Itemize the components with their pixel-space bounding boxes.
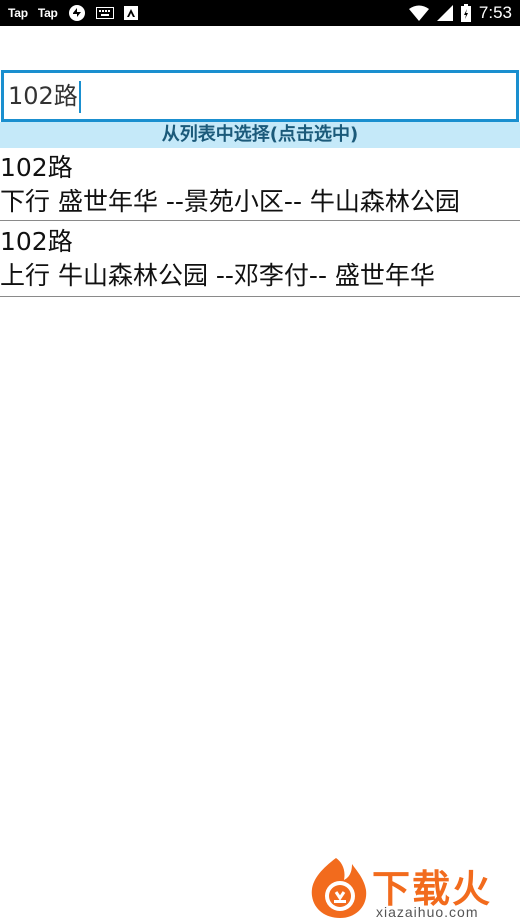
search-input-value[interactable]: 102路 (8, 73, 81, 119)
sync-icon (68, 4, 86, 22)
app-a-icon (123, 6, 138, 20)
select-hint-bar: 从列表中选择(点击选中) (0, 122, 520, 148)
keyboard-icon (95, 7, 114, 19)
route-name: 102路 (0, 153, 73, 182)
battery-icon (460, 4, 471, 22)
route-description: 下行 盛世年华 --景苑小区-- 牛山森林公园 (0, 187, 460, 216)
route-list-item[interactable]: 102路 上行 牛山森林公园 --邓李付-- 盛世年华 (0, 221, 520, 297)
watermark: 下载火 xiazaihuo.com (306, 856, 516, 920)
route-list-item[interactable]: 102路 下行 盛世年华 --景苑小区-- 牛山森林公园 (0, 149, 520, 221)
text-cursor (78, 81, 81, 113)
taptap-notification-1: Tap (8, 6, 28, 20)
route-list: 102路 下行 盛世年华 --景苑小区-- 牛山森林公园 102路 上行 牛山森… (0, 149, 520, 297)
search-input-text: 102路 (8, 82, 78, 110)
status-bar-right: 7:53 (408, 0, 512, 26)
route-description: 上行 牛山森林公园 --邓李付-- 盛世年华 (0, 261, 435, 290)
status-bar-left: Tap Tap (8, 0, 138, 26)
signal-icon (436, 5, 453, 21)
taptap-notification-2: Tap (37, 6, 58, 20)
wifi-icon (408, 5, 429, 21)
status-time: 7:53 (478, 3, 512, 22)
status-bar: Tap Tap 7:53 (0, 0, 520, 26)
route-name: 102路 (0, 227, 73, 256)
watermark-domain: xiazaihuo.com (376, 904, 479, 920)
route-search-input[interactable]: 102路 (1, 70, 519, 122)
